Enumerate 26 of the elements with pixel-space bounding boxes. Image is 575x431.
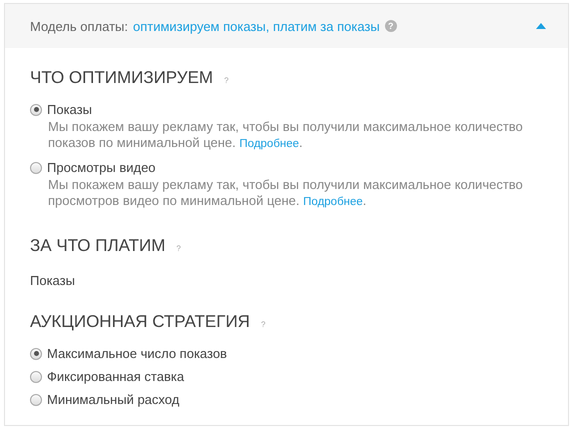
section-heading: АУКЦИОННАЯ СТРАТЕГИЯ <box>30 312 250 332</box>
help-mark[interactable]: ? <box>224 76 229 85</box>
section-heading: ЗА ЧТО ПЛАТИМ <box>30 236 166 256</box>
radio-button[interactable] <box>30 104 42 116</box>
panel-header[interactable]: Модель оплаты: оптимизируем показы, платим за показы ? <box>5 4 568 48</box>
payment-model-label: Модель оплаты: <box>30 18 128 34</box>
radio-button[interactable] <box>30 162 42 174</box>
payment-model-link[interactable]: оптимизируем показы, платим за показы <box>132 18 380 34</box>
more-link[interactable]: Подробнее <box>239 138 300 150</box>
more-link[interactable]: Подробнее <box>303 196 363 208</box>
option-description: Мы покажем вашу рекламу так, чтобы вы получили максимальное количество показов по минимальной цене. Подробнее. <box>48 119 524 152</box>
option-label[interactable]: Фиксированная ставка <box>47 369 184 384</box>
help-mark[interactable]: ? <box>176 244 181 253</box>
option-label[interactable]: Минимальный расход <box>47 392 180 407</box>
option-label[interactable]: Просмотры видео <box>47 160 156 175</box>
help-icon[interactable]: ? <box>384 20 397 32</box>
option-label[interactable]: Показы <box>47 102 92 117</box>
option-label[interactable]: Максимальное число показов <box>47 346 227 361</box>
section-value: Показы <box>30 273 76 288</box>
help-mark[interactable]: ? <box>260 320 266 329</box>
section-heading: ЧТО ОПТИМИЗИРУЕМ <box>30 68 214 88</box>
option-description: Мы покажем вашу рекламу так, чтобы вы получили максимальное количество просмотров видео по минимальной цене. Подробнее. <box>48 177 524 210</box>
collapse-icon[interactable] <box>536 23 546 29</box>
radio-button[interactable] <box>30 394 42 406</box>
radio-button[interactable] <box>30 370 42 382</box>
radio-button[interactable] <box>30 348 42 360</box>
